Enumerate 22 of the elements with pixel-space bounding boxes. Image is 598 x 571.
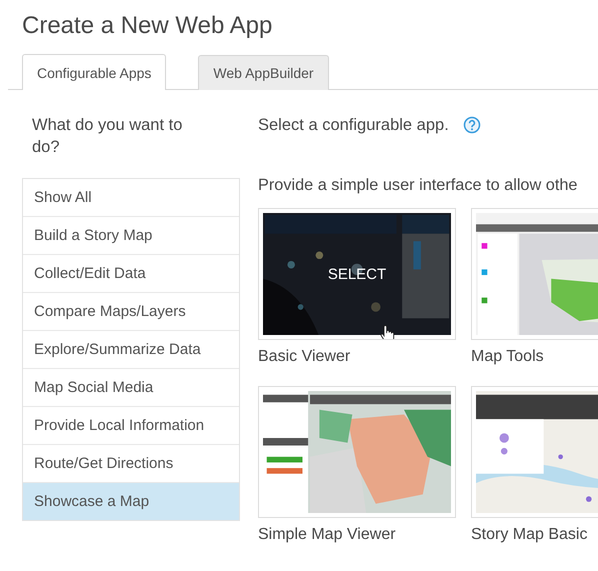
select-label[interactable]: SELECT	[259, 266, 455, 283]
sidebar-item[interactable]: Build a Story Map	[23, 216, 239, 254]
description-text: Provide a simple user interface to allow othe	[258, 175, 578, 196]
app-title[interactable]: Map Tools	[471, 340, 598, 370]
hand-cursor-icon	[380, 324, 396, 339]
tab[interactable]: Web AppBuilder	[198, 55, 329, 90]
app-thumbnail[interactable]: SELECT	[258, 208, 456, 340]
sidebar-item[interactable]: Provide Local Information	[23, 406, 239, 444]
sidebar-item[interactable]: Map Social Media	[23, 368, 239, 406]
sidebar-item[interactable]: Compare Maps/Layers	[23, 292, 239, 330]
help-icon[interactable]	[462, 116, 481, 134]
prompt-text: Select a configurable app.	[258, 116, 449, 134]
sidebar-item[interactable]: Collect/Edit Data	[23, 254, 239, 292]
app-title[interactable]: Story Map Basic	[471, 518, 598, 548]
tab[interactable]: Configurable Apps	[22, 54, 166, 90]
sidebar-item[interactable]: Explore/Summarize Data	[23, 330, 239, 368]
sidebar-heading: What do you want to do?	[31, 115, 184, 158]
app-title[interactable]: Basic Viewer	[258, 340, 456, 370]
sidebar-item[interactable]: Show All	[23, 179, 239, 216]
sidebar-item[interactable]: Showcase a Map	[23, 482, 239, 520]
page-title: Create a New Web App	[21, 11, 274, 41]
app-title[interactable]: Simple Map Viewer	[258, 518, 456, 548]
